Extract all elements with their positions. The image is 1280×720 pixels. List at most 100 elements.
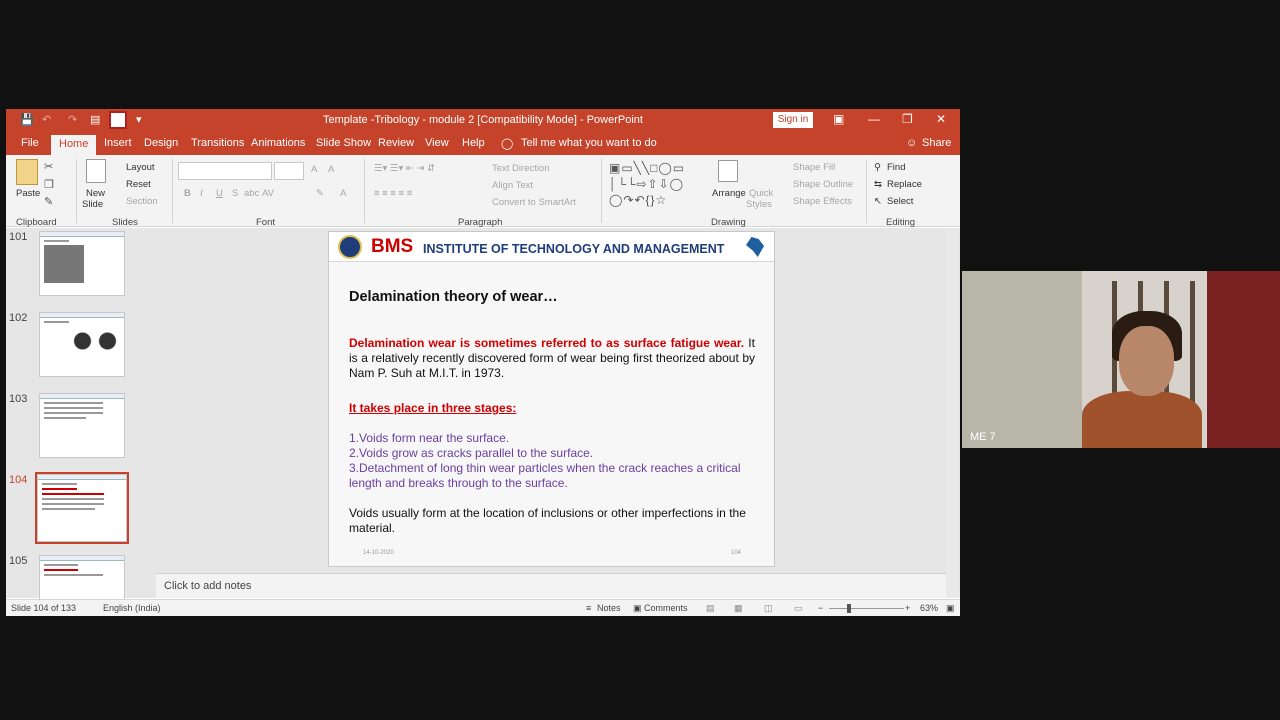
tab-animations[interactable]: Animations bbox=[251, 137, 305, 149]
current-slide[interactable]: BMS INSTITUTE OF TECHNOLOGY AND MANAGEME… bbox=[328, 231, 775, 567]
align-icons[interactable]: ≡ ≡ ≡ ≡ ≡ bbox=[374, 188, 412, 199]
arrange-button[interactable]: Arrange bbox=[712, 188, 746, 199]
find-icon[interactable]: ⚲ bbox=[874, 162, 881, 173]
italic-button[interactable]: I bbox=[200, 188, 203, 199]
new-slide-label-2[interactable]: Slide bbox=[82, 199, 103, 210]
notes-pane[interactable]: Click to add notes bbox=[156, 573, 952, 598]
shadow-button[interactable]: abc bbox=[244, 188, 259, 199]
normal-view-icon[interactable]: ▤ bbox=[706, 603, 715, 614]
slide-title[interactable]: Delamination theory of wear… bbox=[349, 289, 558, 305]
shapes-gallery-row3[interactable]: ◯↷↶{}☆ bbox=[609, 193, 667, 207]
close-icon[interactable]: ✕ bbox=[936, 112, 946, 126]
new-slide-icon[interactable] bbox=[86, 159, 106, 183]
zoom-slider[interactable] bbox=[829, 608, 904, 609]
ribbon-display-icon[interactable]: ▣ bbox=[833, 112, 844, 126]
slide-editing-area: BMS INSTITUTE OF TECHNOLOGY AND MANAGEME… bbox=[156, 228, 952, 573]
stages-list[interactable]: 1.Voids form near the surface. 2.Voids g… bbox=[349, 431, 759, 491]
bullets-icon[interactable]: ☰▾ ☰▾ ⇤ ⇥ ⇵ bbox=[374, 163, 435, 174]
clipboard-group-label: Clipboard bbox=[16, 217, 57, 228]
replace-button[interactable]: Replace bbox=[887, 179, 922, 190]
comments-icon[interactable]: ▣ bbox=[633, 603, 642, 614]
slide-thumbnail-selected[interactable] bbox=[35, 472, 129, 544]
sign-in-button[interactable]: Sign in bbox=[773, 112, 813, 128]
align-text-button[interactable]: Align Text bbox=[492, 180, 533, 191]
notes-toggle[interactable]: Notes bbox=[597, 603, 621, 613]
comments-toggle[interactable]: Comments bbox=[644, 603, 688, 613]
font-name-box[interactable] bbox=[178, 162, 272, 180]
slide-thumbnail[interactable] bbox=[39, 393, 125, 458]
zoom-out-icon[interactable]: − bbox=[818, 603, 823, 613]
shape-effects-button[interactable]: Shape Effects bbox=[793, 196, 852, 207]
slide-sorter-icon[interactable]: ▦ bbox=[734, 603, 743, 614]
language-indicator[interactable]: English (India) bbox=[103, 603, 161, 613]
stage-item: 3.Detachment of long thin wear particles… bbox=[349, 461, 741, 490]
highlight-icon[interactable]: ✎ bbox=[316, 188, 324, 199]
slideshow-view-icon[interactable]: ▭ bbox=[794, 603, 803, 614]
reset-button[interactable]: Reset bbox=[126, 179, 151, 190]
paste-button[interactable]: Paste bbox=[16, 188, 40, 199]
slide-thumbnail[interactable] bbox=[39, 231, 125, 296]
zoom-level[interactable]: 63% bbox=[920, 603, 938, 613]
strikethrough-button[interactable]: S bbox=[232, 188, 238, 199]
tab-slide-show[interactable]: Slide Show bbox=[316, 137, 371, 149]
bold-button[interactable]: B bbox=[184, 188, 191, 199]
shape-outline-button[interactable]: Shape Outline bbox=[793, 179, 853, 190]
select-icon[interactable]: ↖ bbox=[874, 196, 882, 207]
tell-me-search[interactable]: Tell me what you want to do bbox=[521, 137, 657, 149]
tab-design[interactable]: Design bbox=[144, 137, 178, 149]
shrink-font-button[interactable]: A bbox=[328, 164, 334, 175]
font-size-box[interactable] bbox=[274, 162, 304, 180]
grow-font-button[interactable]: A bbox=[311, 164, 317, 175]
org-long-name: INSTITUTE OF TECHNOLOGY AND MANAGEMENT bbox=[423, 242, 725, 256]
shape-fill-button[interactable]: Shape Fill bbox=[793, 162, 835, 173]
stages-heading[interactable]: It takes place in three stages: bbox=[349, 401, 516, 415]
font-group-label: Font bbox=[256, 217, 276, 228]
restore-icon[interactable]: ❐ bbox=[902, 112, 913, 126]
slide-thumbnail[interactable] bbox=[39, 312, 125, 377]
closing-paragraph[interactable]: Voids usually form at the location of in… bbox=[349, 506, 759, 536]
zoom-slider-thumb[interactable] bbox=[847, 604, 851, 613]
intro-paragraph[interactable]: Delamination wear is sometimes referred … bbox=[349, 336, 755, 381]
reading-view-icon[interactable]: ◫ bbox=[764, 603, 773, 614]
thumbnail-scrollbar[interactable] bbox=[144, 228, 154, 598]
share-button[interactable]: Share bbox=[922, 137, 951, 149]
section-button[interactable]: Section bbox=[126, 196, 158, 207]
new-slide-label-1[interactable]: New bbox=[86, 188, 105, 199]
find-button[interactable]: Find bbox=[887, 162, 905, 173]
window-title: Template -Tribology - module 2 [Compatib… bbox=[323, 114, 643, 126]
char-spacing-button[interactable]: AV bbox=[262, 188, 274, 199]
tab-transitions[interactable]: Transitions bbox=[191, 137, 244, 149]
arrange-icon[interactable] bbox=[718, 160, 738, 182]
notes-icon[interactable]: ≡ bbox=[586, 603, 591, 613]
tab-review[interactable]: Review bbox=[378, 137, 414, 149]
slide-scrollbar[interactable] bbox=[946, 228, 958, 598]
tab-file[interactable]: File bbox=[21, 137, 39, 149]
layout-button[interactable]: Layout bbox=[126, 162, 155, 173]
shapes-gallery[interactable]: ▣▭╲╲□◯▭ bbox=[609, 161, 685, 175]
paste-icon[interactable] bbox=[16, 159, 38, 185]
zoom-in-icon[interactable]: + bbox=[905, 603, 910, 613]
replace-icon[interactable]: ⇆ bbox=[874, 179, 882, 190]
tab-home[interactable]: Home bbox=[51, 135, 97, 155]
tab-insert[interactable]: Insert bbox=[104, 137, 132, 149]
stage-item: 2.Voids grow as cracks parallel to the s… bbox=[349, 446, 594, 460]
tab-help[interactable]: Help bbox=[462, 137, 485, 149]
person-icon: ☺ bbox=[906, 137, 918, 149]
copy-icon[interactable]: ❐ bbox=[44, 178, 54, 191]
fit-slide-icon[interactable]: ▣ bbox=[946, 603, 955, 614]
cut-icon[interactable]: ✂ bbox=[44, 160, 53, 173]
tab-view[interactable]: View bbox=[425, 137, 449, 149]
format-painter-icon[interactable]: ✎ bbox=[44, 195, 53, 208]
minimize-icon[interactable]: — bbox=[868, 112, 880, 126]
quick-styles-label-1[interactable]: Quick bbox=[749, 188, 773, 199]
select-button[interactable]: Select bbox=[887, 196, 913, 207]
underline-button[interactable]: U bbox=[216, 188, 223, 199]
text-direction-button[interactable]: Text Direction bbox=[492, 163, 550, 174]
shapes-gallery-row2[interactable]: │└└⇨⇧⇩◯ bbox=[609, 177, 684, 191]
font-color-button[interactable]: A bbox=[340, 188, 346, 199]
notes-placeholder: Click to add notes bbox=[164, 580, 252, 592]
smartart-button[interactable]: Convert to SmartArt bbox=[492, 197, 576, 208]
quick-styles-label-2[interactable]: Styles bbox=[746, 199, 772, 210]
slide-footer-page: 104 bbox=[731, 550, 742, 556]
workspace: 101 102 103 104 105 BMS INSTITUTE OF TEC… bbox=[6, 228, 960, 616]
